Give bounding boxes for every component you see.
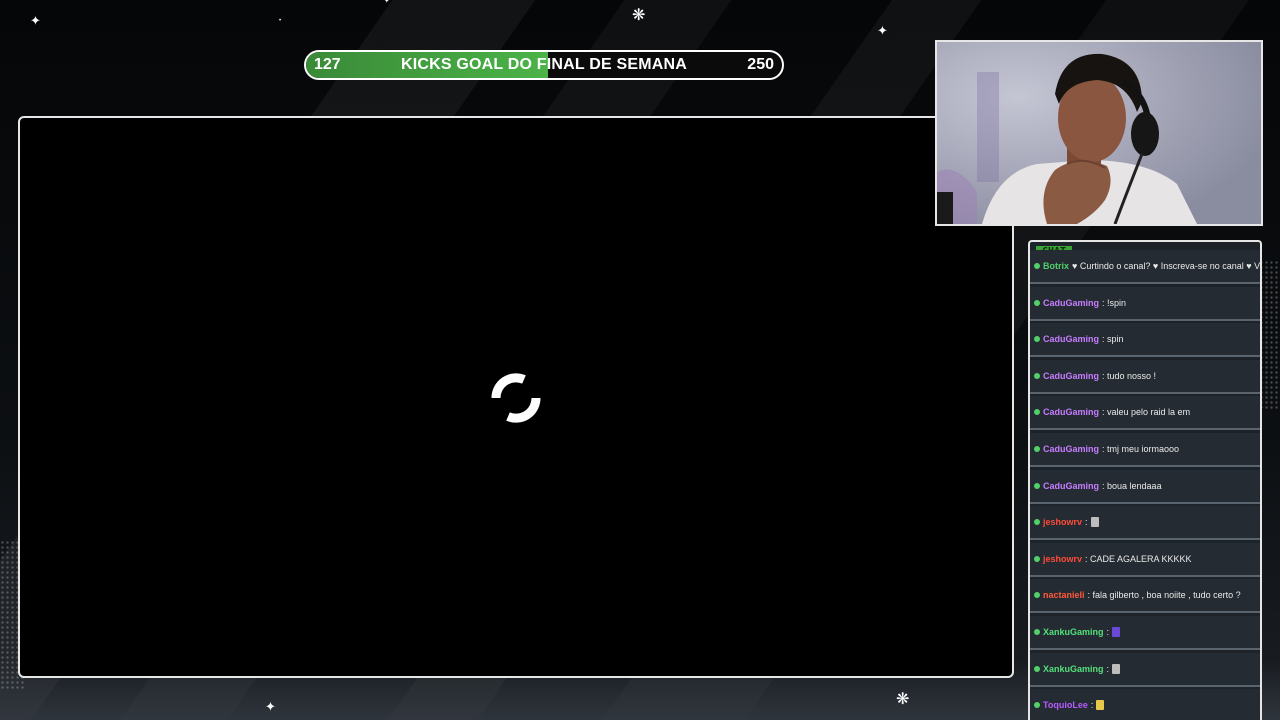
- verified-badge-icon: [1034, 263, 1040, 269]
- chat-message: XankuGaming:: [1030, 616, 1260, 650]
- goal-target-count: 250: [747, 56, 774, 73]
- chat-username[interactable]: XankuGaming: [1043, 664, 1104, 674]
- chat-username[interactable]: jeshowrv: [1043, 554, 1082, 564]
- verified-badge-icon: [1034, 446, 1040, 452]
- chat-message: jeshowrv:: [1030, 506, 1260, 541]
- chat-username[interactable]: jeshowrv: [1043, 517, 1082, 527]
- snowflake-icon: ❋: [896, 691, 910, 708]
- verified-badge-icon: [1034, 665, 1040, 672]
- emote-icon: [1096, 700, 1105, 711]
- chat-text: : valeu pelo raid la em: [1102, 407, 1191, 418]
- verified-badge-icon: [1034, 702, 1040, 709]
- sparkle-icon: •: [279, 18, 282, 24]
- webcam-feed: [935, 40, 1263, 226]
- chat-message: CaduGaming: !spin: [1030, 286, 1260, 321]
- chat-username[interactable]: CaduGaming: [1043, 371, 1099, 381]
- sparkle-icon: ✦: [877, 23, 888, 38]
- chat-username[interactable]: Botrix: [1043, 261, 1069, 271]
- chat-username[interactable]: CaduGaming: [1043, 481, 1099, 491]
- chat-text: :: [1106, 663, 1110, 674]
- chat-username[interactable]: XankuGaming: [1043, 627, 1104, 637]
- emote-icon: [1112, 663, 1121, 674]
- chat-text: : tmj meu iormaooo: [1102, 444, 1180, 454]
- chat-message: XankuGaming:: [1030, 652, 1260, 687]
- goal-current-count: 127: [314, 56, 341, 73]
- chat-panel: CHAT Botrix♥ Curtindo o canal? ♥ Inscrev…: [1028, 240, 1262, 720]
- chat-text: :: [1085, 517, 1088, 528]
- chat-message: CaduGaming: tudo nosso !: [1030, 359, 1260, 394]
- chat-message: nactanieli: fala gilberto , boa noiite ,…: [1030, 579, 1260, 614]
- chat-message: Botrix ♥ Curtindo o canal? ♥ Inscreva-se …: [1030, 250, 1260, 284]
- verified-badge-icon: [1034, 482, 1040, 489]
- chat-message: CaduGaming: boua lendaaa: [1030, 469, 1260, 504]
- chat-message: ToquioLee:: [1030, 689, 1260, 720]
- verified-badge-icon: [1034, 299, 1040, 306]
- sparkle-icon: ✦: [265, 699, 276, 714]
- sparkle-icon: ✦: [383, 0, 391, 5]
- verified-badge-icon: [1034, 629, 1040, 635]
- chat-text: : CADE AGALERA KKKKK: [1085, 553, 1192, 564]
- chat-message: CaduGaming: tmj meu iormaooo: [1030, 433, 1260, 467]
- goal-title: KICKS GOAL DO FINAL DE SEMANA: [400, 56, 688, 73]
- emote-icon: [1112, 627, 1121, 637]
- verified-badge-icon: [1034, 409, 1040, 416]
- chat-message: CaduGaming: valeu pelo raid la em: [1030, 396, 1260, 431]
- sparkle-icon: ✦: [30, 13, 41, 28]
- chat-username[interactable]: ToquioLee: [1043, 700, 1088, 710]
- chat-text: : boua lendaaa: [1102, 480, 1162, 491]
- verified-badge-icon: [1034, 372, 1040, 379]
- chat-text: :: [1090, 700, 1094, 711]
- loading-spinner-icon: [491, 373, 541, 423]
- emote-icon: [1090, 517, 1099, 528]
- verified-badge-icon: [1034, 555, 1040, 562]
- kicks-goal-bar: 127 KICKS GOAL DO FINAL DE SEMANA 250: [304, 50, 784, 80]
- streamer-camera-image: [937, 42, 1261, 224]
- chat-text: : tudo nosso !: [1102, 370, 1157, 381]
- snowflake-icon: ❋: [632, 7, 646, 24]
- chat-username[interactable]: CaduGaming: [1043, 298, 1099, 308]
- chat-username[interactable]: CaduGaming: [1043, 334, 1099, 344]
- chat-message: CaduGaming: spin: [1030, 323, 1260, 358]
- verified-badge-icon: [1034, 592, 1040, 599]
- chat-username[interactable]: nactanieli: [1043, 590, 1085, 600]
- chat-message: jeshowrv: CADE AGALERA KKKKK: [1030, 542, 1260, 577]
- chat-text: : spin: [1102, 334, 1124, 345]
- chat-username[interactable]: CaduGaming: [1043, 444, 1099, 454]
- chat-username[interactable]: CaduGaming: [1043, 407, 1099, 417]
- chat-text: :: [1106, 627, 1110, 637]
- chat-text: : !spin: [1102, 297, 1127, 308]
- chat-text: ♥ Curtindo o canal? ♥ Inscreva-se no can…: [1072, 261, 1260, 271]
- verified-badge-icon: [1034, 519, 1040, 526]
- verified-badge-icon: [1034, 336, 1040, 343]
- chat-text: : fala gilberto , boa noiite , tudo cert…: [1087, 590, 1241, 601]
